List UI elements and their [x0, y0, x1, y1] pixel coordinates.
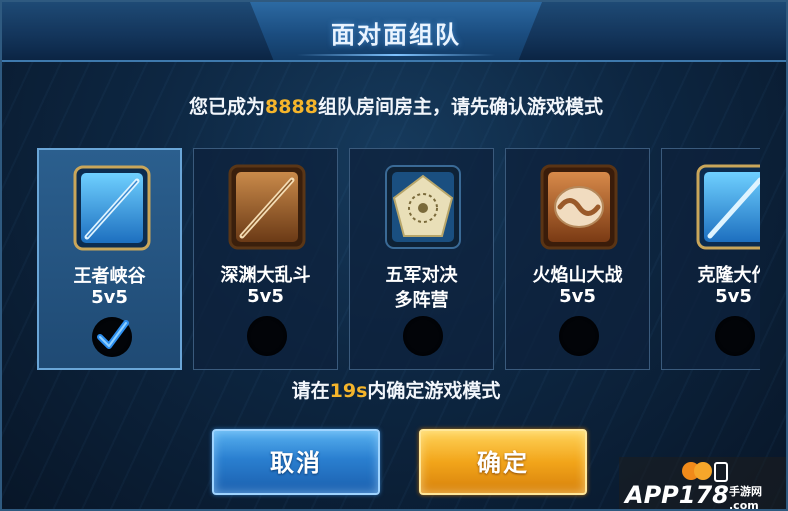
sword-icon — [73, 165, 151, 251]
empty-check-circle — [247, 316, 287, 356]
empty-check-circle — [403, 316, 443, 356]
countdown-message: 请在19s内确定游戏模式 — [2, 376, 786, 403]
watermark-domain: .com — [729, 499, 759, 511]
title-bar: 面对面组队 — [2, 2, 786, 62]
mode-sub: 5v5 — [91, 287, 128, 308]
mode-list: 王者峡谷 5v5 深渊大乱斗 5v5 五军对决 多阵营 火焰山大战 5v5 克隆… — [37, 148, 760, 370]
dialog-title: 面对面组队 — [331, 21, 461, 49]
confirm-button[interactable]: 确定 — [419, 429, 587, 495]
checkmark-icon — [92, 317, 132, 357]
empty-check-circle — [715, 316, 755, 356]
mode-card-shenyuan[interactable]: 深渊大乱斗 5v5 — [193, 148, 338, 370]
host-message-suffix: 组队房间房主，请先确认游戏模式 — [317, 96, 603, 118]
mode-name: 火焰山大战 — [532, 265, 623, 286]
mode-card-kelong[interactable]: 克隆 克隆大作 5v5 — [661, 148, 760, 370]
mode-sub: 5v5 — [715, 286, 752, 307]
mode-name: 克隆大作 — [697, 265, 761, 286]
countdown-suffix: 内确定游戏模式 — [367, 380, 501, 402]
mode-name: 五军对决 — [385, 265, 458, 286]
watermark-text: APP178 — [625, 481, 729, 509]
swirl-emblem-icon — [540, 164, 618, 250]
mode-sub: 5v5 — [559, 286, 596, 307]
mode-sub: 多阵营 — [394, 290, 449, 311]
countdown-prefix: 请在 — [291, 380, 330, 402]
pentagon-emblem-icon — [384, 164, 462, 250]
watermark-sub-label: 手游网 — [729, 485, 762, 498]
mode-sub: 5v5 — [247, 286, 284, 307]
cancel-button[interactable]: 取消 — [212, 429, 380, 495]
mode-name: 深渊大乱斗 — [220, 265, 311, 286]
mode-card-wujun[interactable]: 五军对决 多阵营 — [349, 148, 494, 370]
host-message-prefix: 您已成为 — [189, 96, 266, 118]
sword-icon — [696, 164, 760, 250]
mode-name: 王者峡谷 — [73, 266, 146, 287]
empty-check-circle — [559, 316, 599, 356]
countdown-seconds: 19s — [329, 380, 368, 402]
watermark-sub: 手游网 .com — [729, 483, 762, 511]
room-id: 8888 — [265, 96, 318, 118]
mode-card-huoyan[interactable]: 火焰山大战 5v5 — [505, 148, 650, 370]
sword-icon — [228, 164, 306, 250]
team-dialog: 面对面组队 您已成为8888组队房间房主，请先确认游戏模式 王者峡谷 5v5 深… — [0, 0, 788, 511]
host-message: 您已成为8888组队房间房主，请先确认游戏模式 — [2, 92, 786, 119]
mode-card-wangzhe[interactable]: 王者峡谷 5v5 — [37, 148, 182, 370]
phone-logo-icon — [682, 462, 728, 482]
site-watermark: APP178 手游网 .com — [619, 457, 786, 511]
